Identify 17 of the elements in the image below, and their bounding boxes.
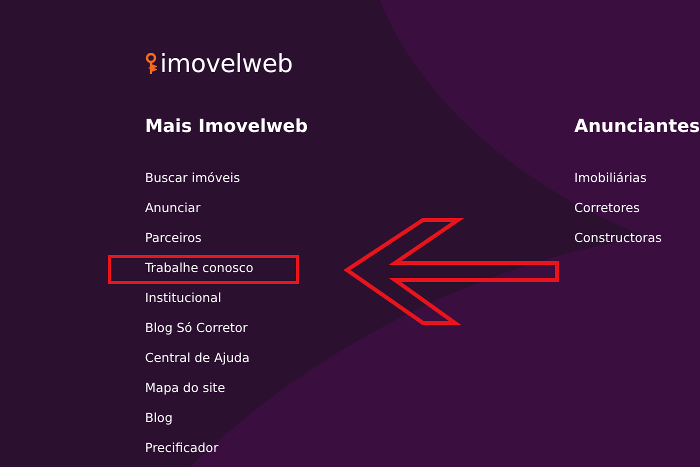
footer-link[interactable]: Constructoras <box>574 223 662 253</box>
footer-link[interactable]: Buscar imóveis <box>145 163 240 193</box>
footer-link[interactable]: Central de Ajuda <box>145 343 250 373</box>
footer-link[interactable]: Anunciar <box>145 193 200 223</box>
footer-link[interactable]: Precificador <box>145 433 218 463</box>
footer-link[interactable]: Imobiliárias <box>574 163 647 193</box>
column-heading: Mais Imovelweb <box>145 115 309 139</box>
logo-text: imovelweb <box>160 49 293 79</box>
footer-link[interactable]: Mapa do site <box>145 373 226 403</box>
column-heading: Anunciantes <box>574 115 700 139</box>
footer-link[interactable]: Blog Só Corretor <box>145 313 248 343</box>
footer-link[interactable]: Trabalhe conosco <box>145 253 254 283</box>
footer-link[interactable]: Institucional <box>145 283 222 313</box>
footer-link[interactable]: Parceiros <box>145 223 202 253</box>
key-icon <box>145 53 157 75</box>
footer-link[interactable]: Corretores <box>574 193 640 223</box>
footer-link[interactable]: Blog <box>145 403 173 433</box>
